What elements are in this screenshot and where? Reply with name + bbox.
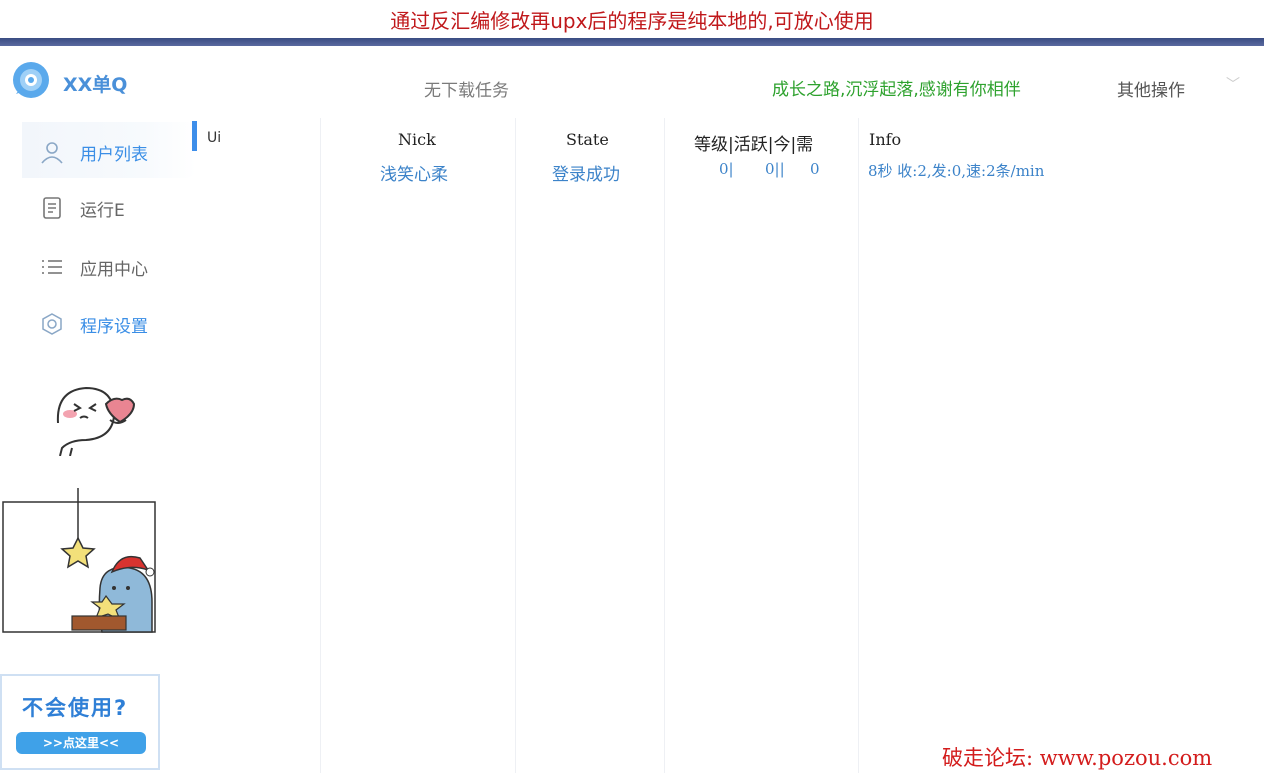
app-window: 通过反汇编修改再upx后的程序是纯本地的,可放心使用 XX单Q 无下载任务 成长… [0,0,1264,773]
help-title: 不会使用? [22,696,129,720]
log-icon [38,194,66,222]
column-divider [664,118,665,773]
user-icon [38,138,66,166]
list-icon [38,253,66,281]
sidebar-item-settings[interactable]: 程序设置 [38,306,148,342]
more-operations-menu[interactable]: 其他操作 [1117,76,1185,101]
app-brand: XX单Q [63,74,128,96]
help-panel[interactable]: 不会使用? >>点这里<< [0,674,160,770]
cell-nick: 浅笑心柔 [380,165,448,185]
forum-watermark: 破走论坛: www.pozou.com [942,746,1213,770]
title-strip [0,38,1264,46]
cell-info: 8秒 收:2,发:0,速:2条/min [868,162,1045,180]
sidebar-item-label: 运行E [80,200,125,221]
sidebar-item-label: 用户列表 [80,144,148,165]
logo-icon [13,62,49,98]
cat-star-sticker [2,488,156,633]
notice-text: 通过反汇编修改再upx后的程序是纯本地的,可放心使用 [390,8,874,33]
sidebar-item-app-center[interactable]: 应用中心 [38,249,148,285]
download-status: 无下载任务 [424,81,509,101]
column-header-state[interactable]: State [566,130,609,149]
slogan-text: 成长之路,沉浮起落,感谢有你相伴 [772,80,1021,100]
cell-today: 0 [810,160,820,178]
chevron-down-icon[interactable]: ﹀ [1226,74,1240,94]
column-divider [320,118,321,773]
help-link-button[interactable]: >>点这里<< [16,732,146,754]
sidebar-item-run-log[interactable]: 运行E [38,190,125,226]
notice-banner: 通过反汇编修改再upx后的程序是纯本地的,可放心使用 [0,0,1264,39]
cell-state: 登录成功 [552,165,620,185]
column-header-level[interactable]: 等级|活跃|今|需 [694,130,813,155]
settings-icon [38,310,66,338]
cell-active: 0|| [765,160,785,178]
active-nav-indicator [192,121,197,151]
sidebar-item-label: 程序设置 [80,316,148,337]
column-header-info[interactable]: Info [869,130,901,149]
column-divider [515,118,516,773]
cell-level: 0| [719,160,734,178]
column-divider [858,118,859,773]
blushing-face-sticker [56,386,136,456]
sidebar-item-label: 应用中心 [80,259,148,280]
tab-peek-label: Ui [207,130,222,146]
sidebar-item-user-list[interactable]: 用户列表 [38,134,148,170]
column-header-nick[interactable]: Nick [398,130,436,149]
